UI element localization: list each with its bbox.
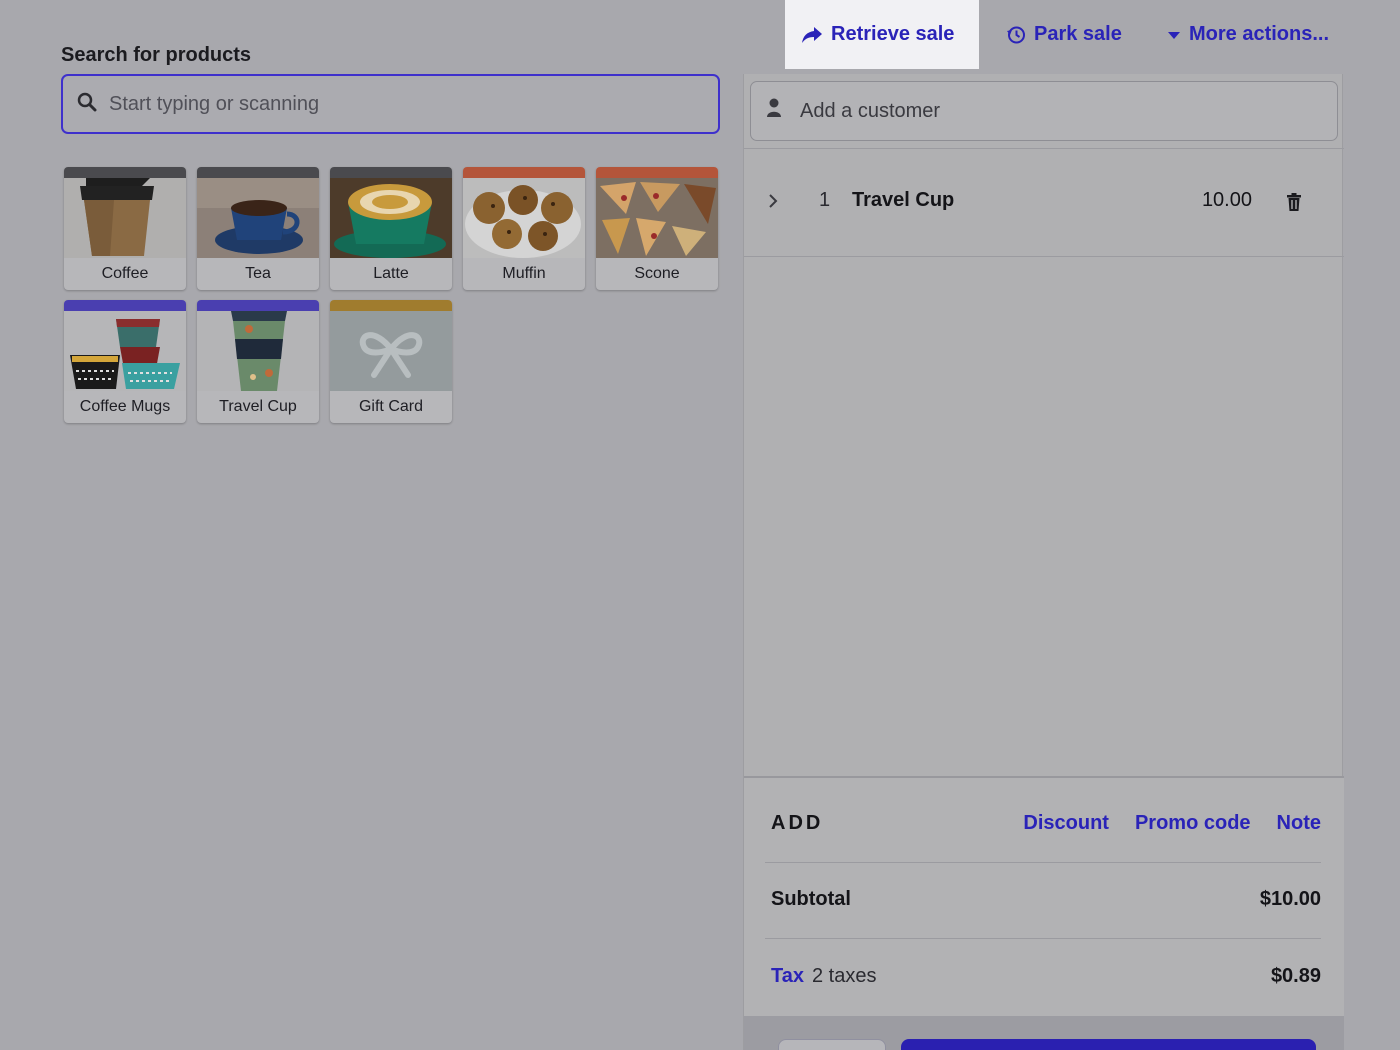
chevron-right-icon[interactable] bbox=[768, 193, 778, 214]
tile-band bbox=[463, 167, 585, 178]
discount-link[interactable]: Discount bbox=[1023, 812, 1109, 835]
product-tile-tea[interactable]: Tea bbox=[197, 167, 319, 290]
park-sale-button[interactable]: Park sale bbox=[1006, 0, 1122, 69]
trash-icon[interactable] bbox=[1286, 193, 1302, 216]
add-title: ADD bbox=[771, 812, 824, 834]
park-sale-label: Park sale bbox=[1034, 23, 1122, 45]
user-icon bbox=[766, 98, 782, 124]
travel-cup-image bbox=[197, 311, 319, 391]
coffee-mugs-image bbox=[64, 311, 186, 391]
product-tile-coffee[interactable]: Coffee bbox=[64, 167, 186, 290]
caret-down-icon bbox=[1167, 30, 1181, 40]
product-tile-travel-cup[interactable]: Travel Cup bbox=[197, 300, 319, 423]
subtotal-row: Subtotal $10.00 bbox=[771, 888, 1321, 911]
add-customer-field[interactable]: Add a customer bbox=[750, 81, 1338, 141]
tile-band bbox=[330, 167, 452, 178]
tile-band bbox=[64, 167, 186, 178]
sale-panel: Add a customer 1 Travel Cup 10.00 ADD Di… bbox=[743, 74, 1344, 1050]
tile-band bbox=[330, 300, 452, 311]
tile-band bbox=[197, 167, 319, 178]
cart-line-item[interactable]: 1 Travel Cup 10.00 bbox=[744, 148, 1344, 256]
tax-link[interactable]: Tax bbox=[771, 965, 804, 988]
divider bbox=[765, 862, 1321, 863]
product-name: Scone bbox=[634, 265, 680, 282]
payment-footer bbox=[744, 1016, 1344, 1050]
product-name: Muffin bbox=[502, 265, 546, 282]
product-name: Gift Card bbox=[358, 398, 423, 415]
product-name: Travel Cup bbox=[219, 398, 297, 415]
more-actions-button[interactable]: More actions... bbox=[1167, 0, 1329, 69]
product-name: Coffee Mugs bbox=[79, 398, 171, 415]
tax-value: $0.89 bbox=[1270, 965, 1321, 987]
muffin-image bbox=[463, 178, 585, 258]
promo-code-link[interactable]: Promo code bbox=[1135, 812, 1251, 835]
line-item-price: 10.00 bbox=[1201, 189, 1252, 211]
sale-summary: ADD Discount Promo code Note Subtotal $1… bbox=[744, 776, 1344, 1016]
tea-image bbox=[197, 178, 319, 258]
product-tile-coffee-mugs[interactable]: Coffee Mugs bbox=[64, 300, 186, 423]
search-icon bbox=[77, 92, 97, 117]
history-icon bbox=[1006, 25, 1026, 45]
add-row: ADD Discount Promo code Note bbox=[771, 812, 1321, 835]
secondary-button[interactable] bbox=[778, 1039, 886, 1050]
tile-band bbox=[197, 300, 319, 311]
line-item-name: Travel Cup bbox=[852, 189, 955, 211]
add-customer-placeholder: Add a customer bbox=[800, 99, 941, 122]
tile-band bbox=[64, 300, 186, 311]
gift-card-image bbox=[330, 311, 452, 391]
more-actions-label: More actions... bbox=[1189, 23, 1330, 45]
tax-row: Tax 2 taxes $0.89 bbox=[771, 965, 1321, 988]
product-tile-muffin[interactable]: Muffin bbox=[463, 167, 585, 290]
product-name: Latte bbox=[373, 265, 409, 282]
retrieve-sale-label: Retrieve sale bbox=[831, 23, 955, 45]
search-input[interactable] bbox=[109, 92, 669, 116]
search-box[interactable] bbox=[61, 74, 720, 134]
product-name: Tea bbox=[245, 265, 271, 282]
coffee-image bbox=[64, 178, 186, 258]
divider bbox=[765, 938, 1321, 939]
product-name: Coffee bbox=[101, 265, 149, 282]
retrieve-sale-button[interactable]: Retrieve sale bbox=[785, 0, 979, 69]
product-tile-scone[interactable]: Scone bbox=[596, 167, 718, 290]
subtotal-label: Subtotal bbox=[771, 888, 851, 910]
latte-image bbox=[330, 178, 452, 258]
note-link[interactable]: Note bbox=[1277, 812, 1321, 835]
search-label: Search for products bbox=[61, 44, 252, 66]
gift-ribbon-icon bbox=[330, 311, 452, 391]
line-item-qty: 1 bbox=[819, 189, 831, 211]
product-tile-latte[interactable]: Latte bbox=[330, 167, 452, 290]
tax-count: 2 taxes bbox=[811, 965, 877, 987]
pay-button[interactable] bbox=[901, 1039, 1316, 1050]
product-tile-gift-card[interactable]: Gift Card bbox=[330, 300, 452, 423]
divider bbox=[744, 256, 1344, 257]
share-arrow-icon bbox=[801, 25, 823, 45]
scone-image bbox=[596, 178, 718, 258]
tile-band bbox=[596, 167, 718, 178]
subtotal-value: $10.00 bbox=[1259, 888, 1321, 910]
